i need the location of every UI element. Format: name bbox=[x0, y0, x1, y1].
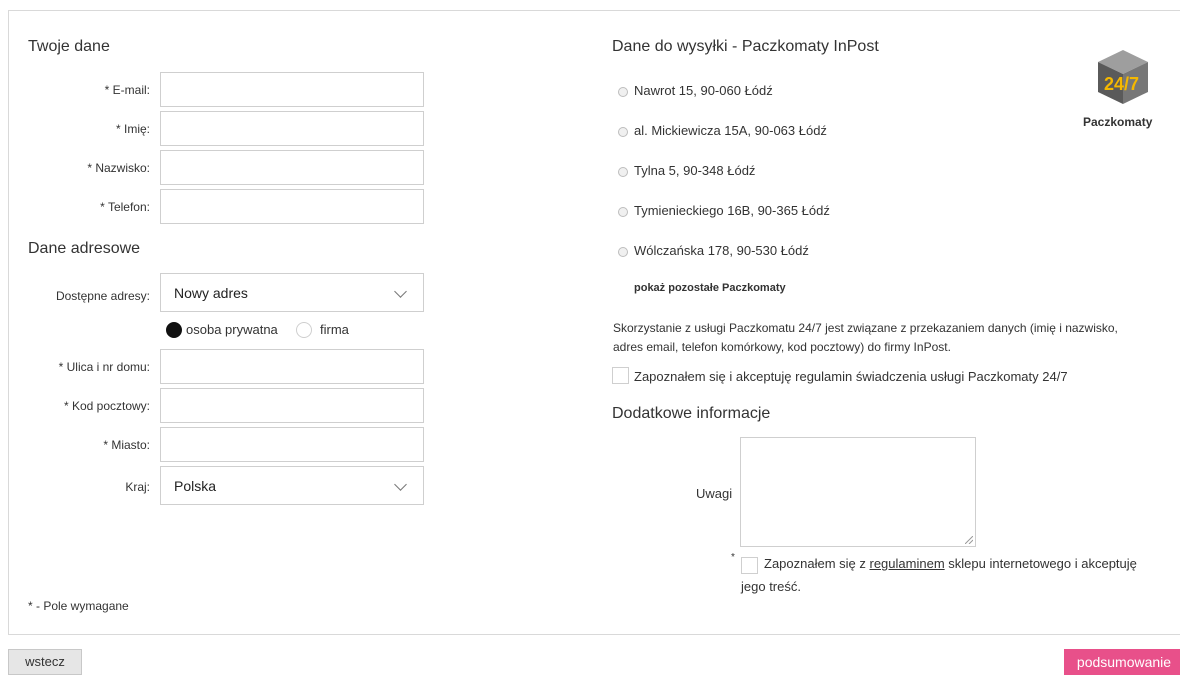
show-more-lockers-link[interactable]: pokaż pozostałe Paczkomaty bbox=[634, 282, 786, 294]
required-star: * bbox=[731, 552, 735, 563]
locker-radio[interactable] bbox=[618, 127, 628, 137]
terms-text-before: Zapoznałem się z bbox=[764, 556, 870, 571]
logo-text: Paczkomaty bbox=[1083, 115, 1153, 129]
phone-input[interactable] bbox=[160, 189, 424, 224]
locker-radio[interactable] bbox=[618, 207, 628, 217]
locker-radio[interactable] bbox=[618, 167, 628, 177]
email-input[interactable] bbox=[160, 72, 424, 107]
section-title-address: Dane adresowe bbox=[28, 240, 141, 257]
city-input[interactable] bbox=[160, 427, 424, 462]
city-label: * Miasto: bbox=[103, 438, 150, 452]
first-name-input[interactable] bbox=[160, 111, 424, 146]
paczkomaty-cube-icon: 24/7 Paczkomaty bbox=[1083, 50, 1153, 129]
locker-label: Nawrot 15, 90-060 Łódź bbox=[634, 83, 773, 98]
country-select[interactable]: Polska bbox=[160, 466, 424, 505]
locker-label: Wólczańska 178, 90-530 Łódź bbox=[634, 243, 809, 258]
paczkomaty-logo: 24/7 Paczkomaty bbox=[1082, 46, 1164, 136]
locker-radio[interactable] bbox=[618, 247, 628, 257]
back-button[interactable]: wstecz bbox=[8, 649, 82, 675]
accept-inpost-checkbox[interactable] bbox=[612, 367, 629, 384]
postcode-label: * Kod pocztowy: bbox=[63, 399, 150, 413]
available-addresses-label: Dostępne adresy: bbox=[55, 289, 150, 303]
phone-label: * Telefon: bbox=[100, 200, 150, 214]
street-label: * Ulica i nr domu: bbox=[58, 360, 150, 374]
accept-terms-text: Zapoznałem się z regulaminem sklepu inte… bbox=[764, 556, 1137, 571]
email-label: * E-mail: bbox=[104, 83, 150, 97]
postcode-input[interactable] bbox=[160, 388, 424, 423]
available-addresses-select[interactable]: Nowy adres bbox=[160, 273, 424, 312]
last-name-label: * Nazwisko: bbox=[87, 161, 150, 175]
required-fields-note: * - Pole wymagane bbox=[28, 599, 129, 613]
radio-company[interactable] bbox=[296, 322, 312, 338]
country-label: Kraj: bbox=[125, 480, 150, 494]
radio-company-label: firma bbox=[320, 322, 349, 337]
logo-badge-text: 24/7 bbox=[1104, 74, 1139, 94]
resize-handle-icon[interactable] bbox=[965, 536, 973, 544]
locker-label: Tymienieckiego 16B, 90-365 Łódź bbox=[634, 203, 830, 218]
section-title-extra-info: Dodatkowe informacje bbox=[612, 405, 771, 422]
first-name-label: * Imię: bbox=[115, 122, 150, 136]
locker-label: Tylna 5, 90-348 Łódź bbox=[634, 163, 756, 178]
locker-radio[interactable] bbox=[618, 87, 628, 97]
chevron-down-icon bbox=[394, 478, 407, 491]
terms-text-after: sklepu internetowego i akceptuję bbox=[944, 556, 1137, 571]
locker-label: al. Mickiewicza 15A, 90-063 Łódź bbox=[634, 123, 827, 138]
accept-terms-checkbox[interactable] bbox=[741, 557, 758, 574]
accept-inpost-label: Zapoznałem się i akceptuję regulamin świ… bbox=[634, 369, 1068, 384]
country-value: Polska bbox=[174, 478, 217, 494]
summary-button[interactable]: podsumowanie bbox=[1064, 649, 1180, 675]
inpost-notice-line1: Skorzystanie z usługi Paczkomatu 24/7 je… bbox=[613, 321, 1118, 335]
inpost-notice-line2: adres email, telefon komórkowy, kod pocz… bbox=[613, 340, 951, 354]
section-title-your-data: Twoje dane bbox=[28, 38, 110, 55]
notes-textarea[interactable] bbox=[740, 437, 976, 547]
terms-link[interactable]: regulaminem bbox=[870, 556, 945, 571]
radio-private-person-label: osoba prywatna bbox=[186, 322, 278, 337]
chevron-down-icon bbox=[394, 285, 407, 298]
section-title-shipping: Dane do wysyłki - Paczkomaty InPost bbox=[612, 38, 879, 55]
street-input[interactable] bbox=[160, 349, 424, 384]
last-name-input[interactable] bbox=[160, 150, 424, 185]
radio-private-person[interactable] bbox=[166, 322, 182, 338]
available-addresses-value: Nowy adres bbox=[174, 285, 248, 301]
notes-label: Uwagi bbox=[696, 486, 733, 501]
accept-terms-line2: jego treść. bbox=[741, 579, 801, 594]
